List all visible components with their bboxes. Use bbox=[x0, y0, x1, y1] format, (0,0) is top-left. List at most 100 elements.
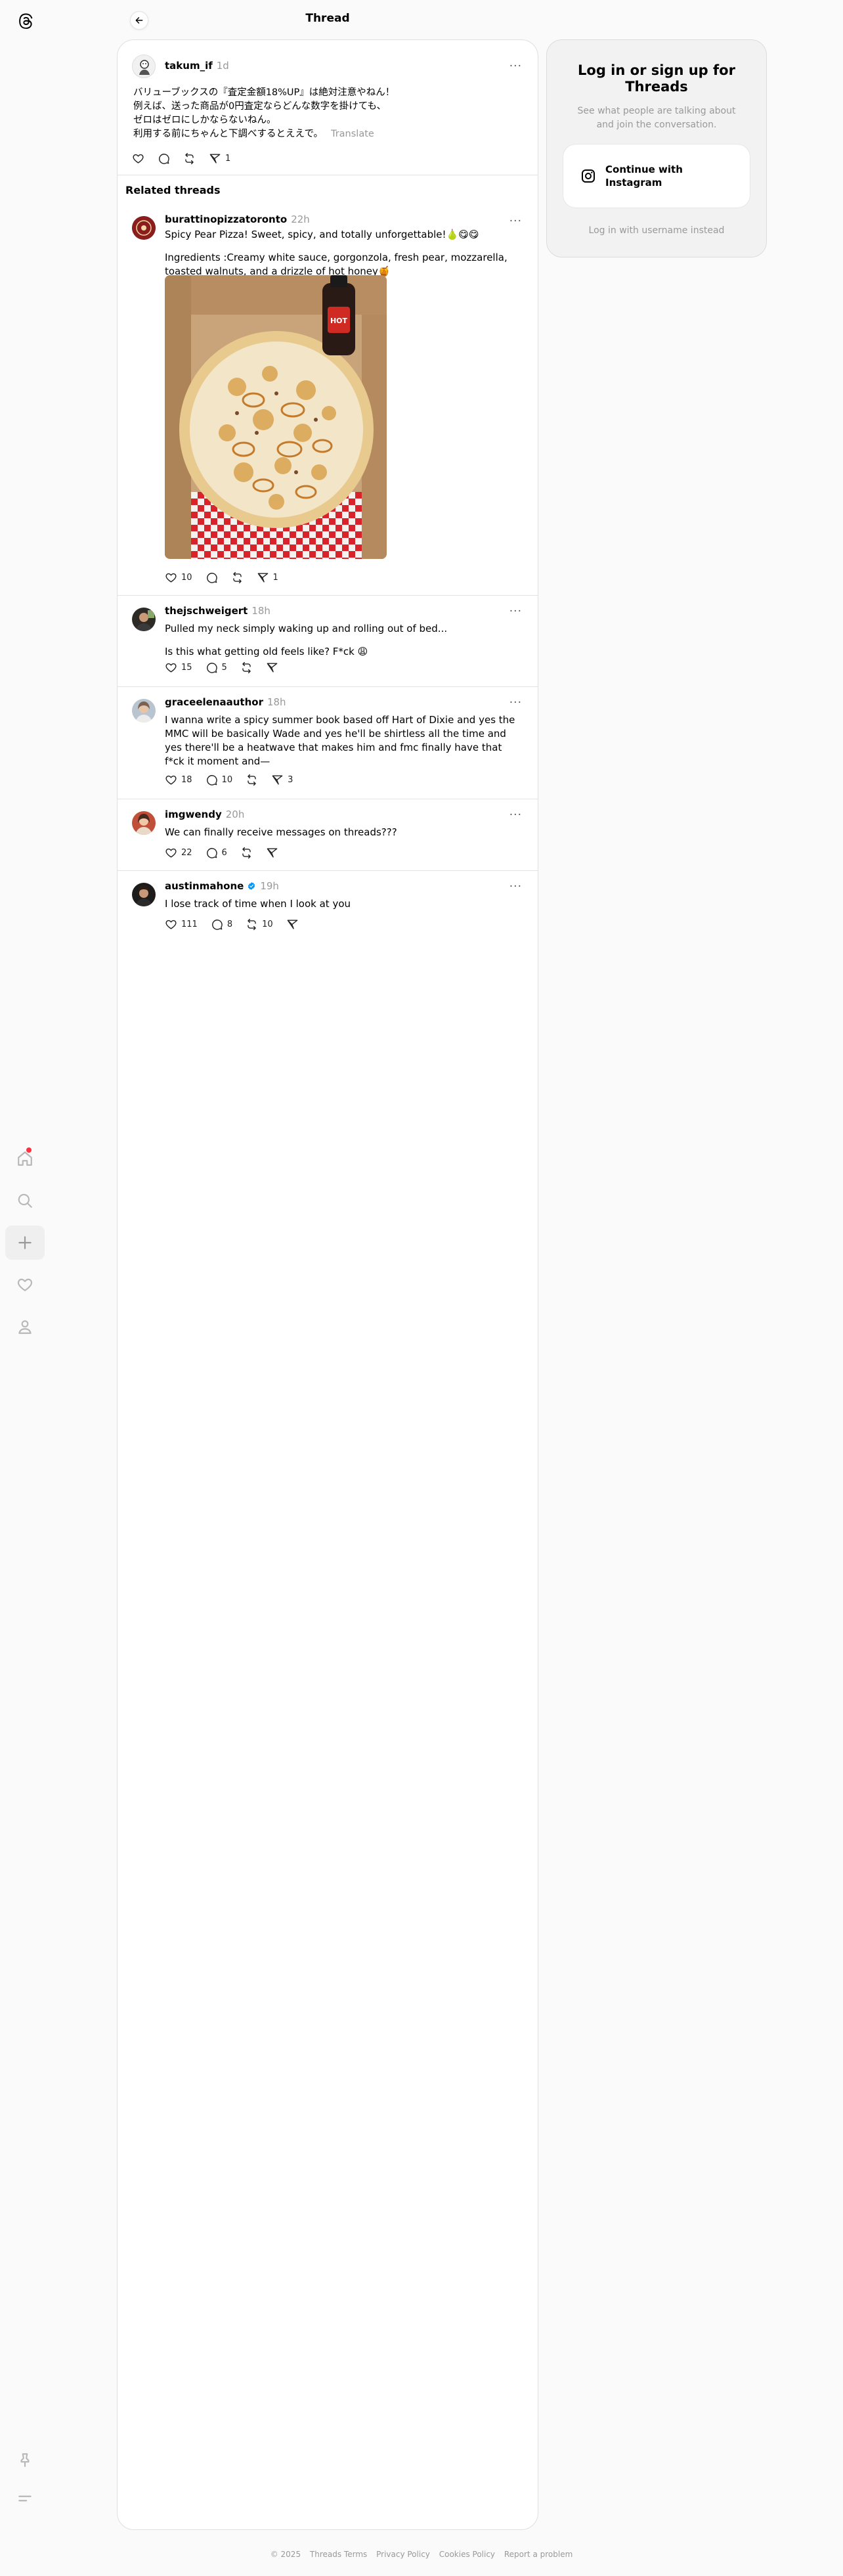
send-icon bbox=[272, 774, 283, 785]
repost-button[interactable] bbox=[239, 770, 265, 789]
thread-item[interactable]: burattinopizzatoronto 22h ··· Spicy Pear … bbox=[118, 203, 538, 635]
nav-pin[interactable] bbox=[5, 2443, 45, 2477]
reply-button[interactable]: 6 bbox=[199, 843, 234, 862]
post-text: We can finally receive messages on threa… bbox=[165, 826, 397, 838]
like-button[interactable]: 22 bbox=[158, 843, 199, 862]
bottle-label: HOT bbox=[330, 317, 348, 325]
repost-button[interactable]: 10 bbox=[239, 914, 280, 934]
terms-link[interactable]: Threads Terms bbox=[310, 2550, 367, 2559]
like-button[interactable] bbox=[125, 148, 151, 168]
heart-icon bbox=[165, 663, 177, 673]
like-count: 10 bbox=[181, 572, 192, 583]
footer: © 2025 Threads Terms Privacy Policy Cook… bbox=[0, 2550, 843, 2559]
post-actions: 1 bbox=[125, 148, 237, 168]
post-text: Spicy Pear Pizza! Sweet, spicy, and tota… bbox=[165, 229, 479, 240]
like-button[interactable]: 18 bbox=[158, 770, 199, 789]
more-icon[interactable]: ··· bbox=[509, 880, 522, 893]
username[interactable]: graceelenaauthor bbox=[165, 696, 263, 708]
post-text: I wanna write a spicy summer book based … bbox=[165, 714, 519, 767]
nav-home[interactable] bbox=[5, 1142, 45, 1176]
reply-button[interactable]: 10 bbox=[199, 770, 240, 789]
username[interactable]: thejschweigert bbox=[165, 605, 248, 617]
share-button[interactable] bbox=[259, 843, 285, 862]
avatar-photo-icon bbox=[132, 883, 156, 906]
like-button[interactable]: 15 bbox=[158, 657, 199, 677]
repost-button[interactable] bbox=[177, 148, 202, 168]
avatar[interactable] bbox=[132, 55, 156, 78]
comment-icon bbox=[206, 662, 217, 673]
reply-button[interactable]: 8 bbox=[204, 914, 239, 934]
thread-item[interactable]: thejschweigert 18h ··· Pulled my neck sim… bbox=[118, 596, 538, 686]
repost-button[interactable] bbox=[234, 657, 259, 677]
username[interactable]: burattinopizzatoronto bbox=[165, 213, 287, 225]
heart-icon bbox=[133, 154, 144, 164]
repost-icon bbox=[242, 847, 251, 858]
send-icon bbox=[209, 153, 221, 164]
reply-count: 5 bbox=[221, 662, 227, 673]
reply-count: 8 bbox=[227, 919, 233, 929]
login-subtitle: See what people are talking about and jo… bbox=[577, 106, 736, 130]
share-button[interactable] bbox=[259, 657, 285, 677]
menu-icon bbox=[18, 2495, 32, 2502]
nav-create[interactable] bbox=[5, 1226, 45, 1260]
share-button[interactable] bbox=[280, 914, 305, 934]
reply-button[interactable]: 5 bbox=[199, 657, 234, 677]
report-problem-link[interactable]: Report a problem bbox=[504, 2550, 573, 2559]
login-title: Log in or sign up for Threads bbox=[578, 62, 735, 95]
like-count: 111 bbox=[181, 919, 198, 929]
like-button[interactable]: 10 bbox=[158, 567, 199, 587]
nav-profile[interactable] bbox=[5, 1310, 45, 1344]
more-icon[interactable]: ··· bbox=[509, 605, 522, 618]
nav-menu[interactable] bbox=[5, 2481, 45, 2516]
page-title: Thread bbox=[305, 12, 350, 25]
nav-activity[interactable] bbox=[5, 1268, 45, 1302]
send-icon bbox=[267, 847, 278, 858]
thread-item[interactable]: imgwendy 20h ··· We can finally receive m… bbox=[118, 799, 538, 870]
like-count: 22 bbox=[181, 847, 192, 858]
repost-button[interactable] bbox=[225, 567, 250, 587]
privacy-link[interactable]: Privacy Policy bbox=[376, 2550, 430, 2559]
like-button[interactable]: 111 bbox=[158, 914, 204, 934]
repost-button[interactable] bbox=[234, 843, 259, 862]
more-icon[interactable]: ··· bbox=[509, 60, 522, 73]
username[interactable]: imgwendy bbox=[165, 809, 222, 820]
threads-logo[interactable] bbox=[7, 4, 46, 38]
repost-icon bbox=[185, 152, 194, 164]
avatar[interactable] bbox=[132, 216, 156, 240]
threads-logo-icon bbox=[19, 13, 33, 29]
nav-search[interactable] bbox=[5, 1184, 45, 1218]
post-time: 20h bbox=[225, 809, 245, 820]
reply-button[interactable] bbox=[151, 148, 177, 168]
avatar[interactable] bbox=[132, 608, 156, 631]
username[interactable]: takum_if bbox=[165, 60, 213, 72]
share-button[interactable]: 1 bbox=[250, 567, 285, 587]
share-button[interactable]: 1 bbox=[202, 148, 237, 168]
avatar[interactable] bbox=[132, 699, 156, 722]
avatar-face-icon bbox=[139, 60, 150, 75]
main-post[interactable]: takum_if 1d ··· バリューブックスの『査定金額18%UP』は絶対注意… bbox=[118, 40, 538, 175]
thread-item[interactable]: graceelenaauthor 18h ··· I wanna write a … bbox=[118, 687, 538, 799]
continue-with-instagram-button[interactable]: Continue with Instagram bbox=[563, 144, 750, 208]
post-time: 1d bbox=[216, 60, 229, 72]
share-button[interactable]: 3 bbox=[265, 770, 299, 789]
reply-count: 10 bbox=[221, 774, 233, 785]
avatar[interactable] bbox=[132, 811, 156, 835]
translate-link[interactable]: Translate bbox=[331, 129, 374, 139]
post-actions: 111 8 10 bbox=[158, 914, 305, 934]
more-icon[interactable]: ··· bbox=[509, 215, 522, 228]
username[interactable]: austinmahone bbox=[165, 880, 244, 892]
more-icon[interactable]: ··· bbox=[509, 809, 522, 822]
top-bar: Thread bbox=[117, 0, 538, 39]
verified-badge-icon bbox=[248, 882, 255, 890]
comment-icon bbox=[159, 153, 169, 164]
username-login-link[interactable]: Log in with username instead bbox=[547, 225, 766, 236]
reply-button[interactable] bbox=[199, 567, 225, 587]
reply-count: 6 bbox=[221, 847, 227, 858]
cookies-link[interactable]: Cookies Policy bbox=[439, 2550, 495, 2559]
heart-icon bbox=[165, 573, 177, 583]
post-photo[interactable]: HOT bbox=[165, 275, 387, 559]
avatar[interactable] bbox=[132, 883, 156, 906]
thread-item[interactable]: austinmahone 19h ··· I lose track of tim… bbox=[118, 871, 538, 943]
post-line: ゼロはゼロにしかならないねん。 bbox=[133, 115, 276, 125]
more-icon[interactable]: ··· bbox=[509, 696, 522, 709]
